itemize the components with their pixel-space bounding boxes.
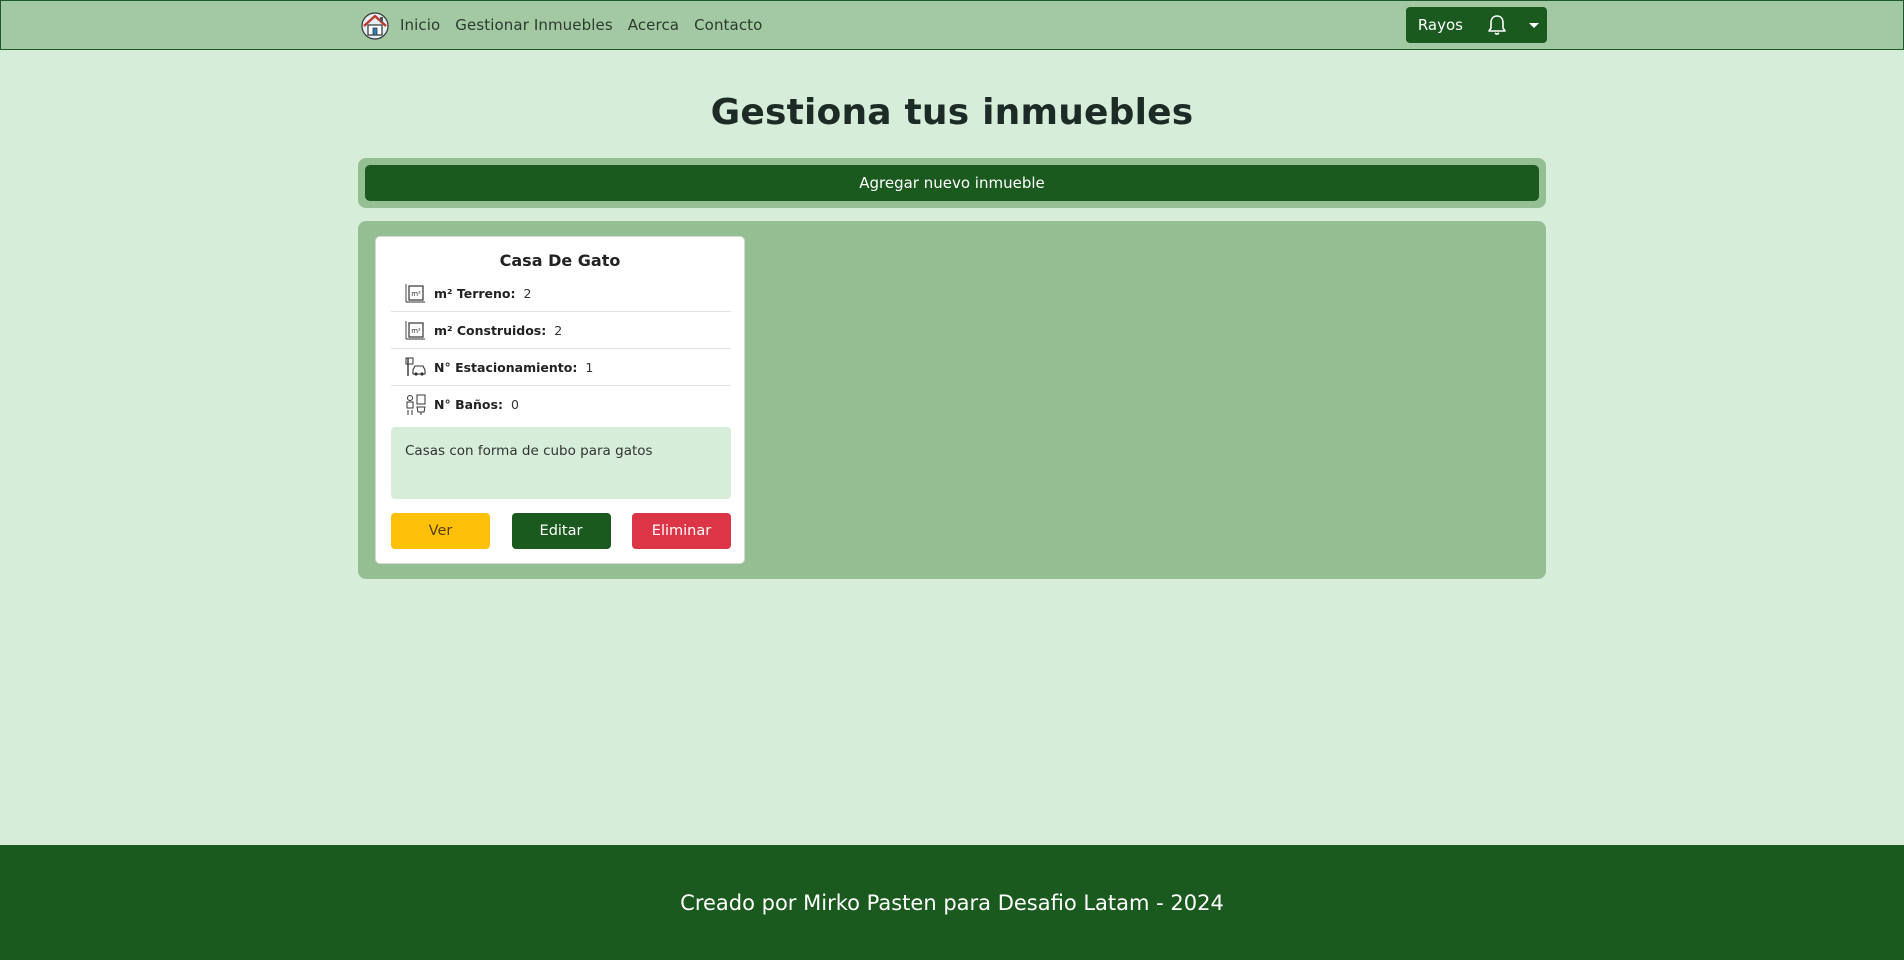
svg-text:m²: m² (411, 327, 421, 335)
add-button-container: Agregar nuevo inmueble (358, 158, 1546, 208)
spec-value: 0 (510, 397, 519, 412)
spec-construidos: m² m² Construidos: 2 (391, 312, 731, 349)
spec-label: N° Estacionamiento: (434, 359, 578, 375)
user-menu: Rayos (1405, 7, 1547, 43)
area-icon: m² (405, 284, 425, 303)
spec-value: 2 (554, 322, 563, 338)
view-button[interactable]: Ver (391, 513, 490, 549)
spec-value: 2 (523, 285, 532, 301)
spec-label: N° Baños: (434, 397, 503, 412)
spec-value: 1 (585, 359, 594, 375)
nav-link-gestionar-inmuebles[interactable]: Gestionar Inmuebles (455, 16, 612, 34)
spec-label: m² Terreno: (434, 285, 516, 301)
card-actions: Ver Editar Eliminar (391, 513, 731, 549)
user-name-button[interactable]: Rayos (1406, 16, 1475, 34)
caret-down-icon (1529, 22, 1539, 28)
spec-terreno: m² m² Terreno: 2 (391, 275, 731, 312)
parking-icon (405, 357, 426, 376)
nav-link-contacto[interactable]: Contacto (694, 16, 762, 34)
properties-container: Casa De Gato m² m² Terreno: 2 m² m² Cons… (358, 221, 1546, 579)
navbar-container: Inicio Gestionar Inmuebles Acerca Contac… (359, 1, 1547, 49)
nav-link-acerca[interactable]: Acerca (628, 16, 679, 34)
spec-banos: N° Baños: 0 (391, 386, 731, 423)
page-title: Gestiona tus inmuebles (710, 92, 1194, 133)
svg-text:m²: m² (411, 290, 421, 298)
dropdown-toggle-button[interactable] (1521, 7, 1547, 43)
property-description: Casas con forma de cubo para gatos (391, 427, 731, 499)
add-property-button[interactable]: Agregar nuevo inmueble (365, 165, 1539, 201)
property-specs: m² m² Terreno: 2 m² m² Construidos: 2 N°… (391, 275, 731, 423)
delete-button[interactable]: Eliminar (632, 513, 731, 549)
property-name: Casa De Gato (499, 251, 621, 270)
footer-text: Creado por Mirko Pasten para Desafio Lat… (680, 890, 1224, 915)
home-logo-icon[interactable] (359, 9, 391, 41)
area-icon: m² (405, 321, 425, 340)
spec-estacionamiento: N° Estacionamiento: 1 (391, 349, 731, 386)
bathroom-icon (406, 394, 426, 415)
nav-links: Inicio Gestionar Inmuebles Acerca Contac… (359, 9, 777, 41)
edit-button[interactable]: Editar (511, 513, 611, 549)
footer: Creado por Mirko Pasten para Desafio Lat… (0, 845, 1904, 960)
nav-link-inicio[interactable]: Inicio (400, 16, 440, 34)
bell-icon[interactable] (1485, 7, 1509, 43)
spec-label: m² Construidos: (434, 322, 547, 338)
navbar: Inicio Gestionar Inmuebles Acerca Contac… (0, 0, 1904, 50)
property-card: Casa De Gato m² m² Terreno: 2 m² m² Cons… (375, 236, 745, 564)
